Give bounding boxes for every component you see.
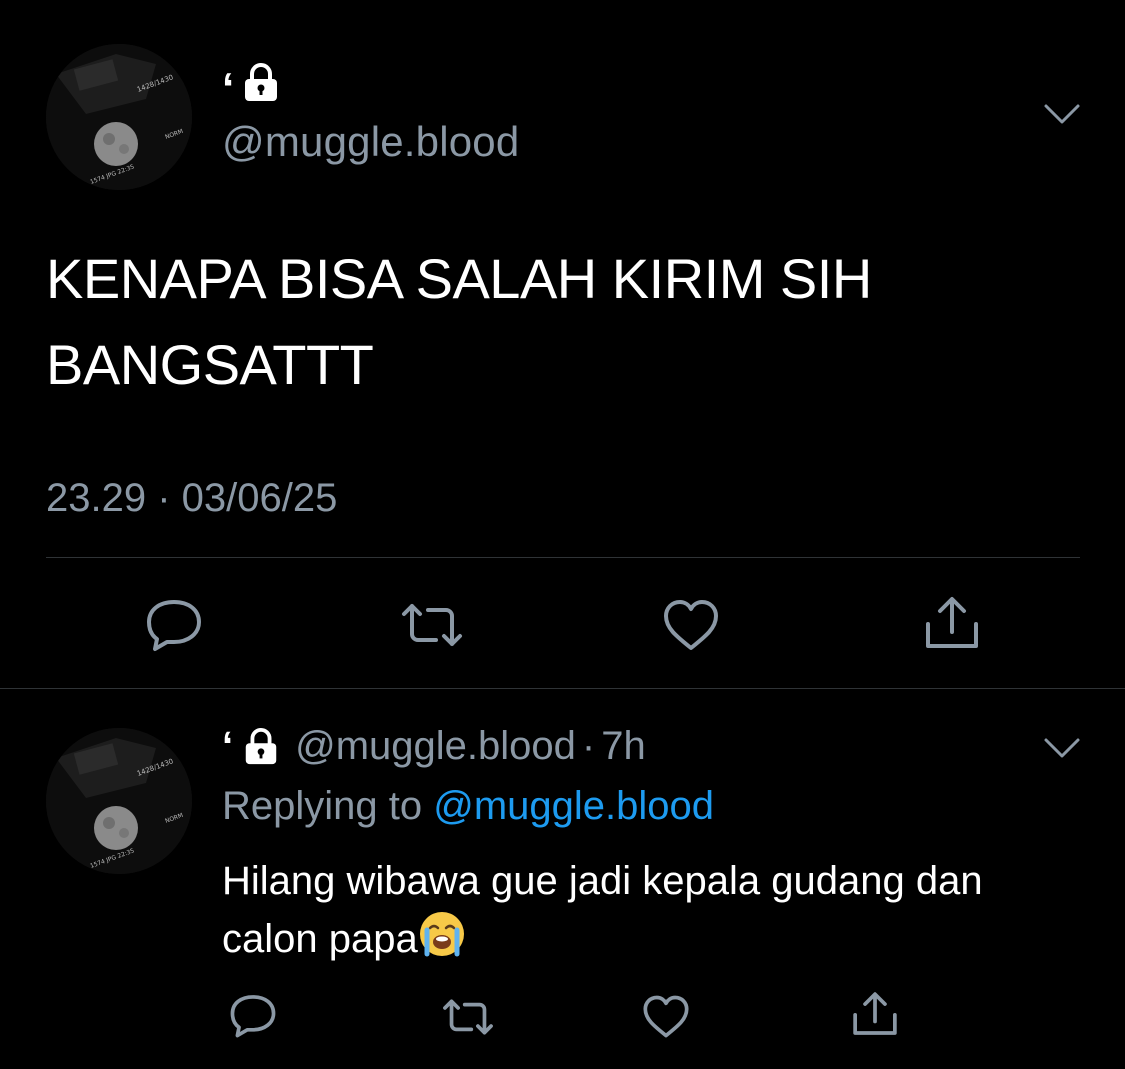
retweet-button[interactable] <box>440 996 496 1038</box>
share-icon <box>926 597 978 648</box>
time-ago: 7h <box>601 724 646 768</box>
retweet-icon <box>402 604 462 646</box>
reply-icon <box>147 600 201 651</box>
loudly-crying-face-emoji <box>418 910 466 958</box>
share-button[interactable] <box>850 990 900 1038</box>
avatar[interactable]: 1428/1430 NORM 1574 JPG 22:35 <box>46 44 192 190</box>
retweet-button[interactable] <box>398 600 466 650</box>
tweet-timestamp[interactable]: 23.29 · 03/06/25 <box>46 476 337 521</box>
avatar[interactable]: 1428/1430 NORM 1574 JPG 22:35 <box>46 728 192 874</box>
user-handle[interactable]: @muggle.blood <box>222 118 519 166</box>
reply-text-content: Hilang wibawa gue jadi kepala gudang dan… <box>222 859 983 961</box>
reply-icon <box>230 995 276 1038</box>
display-name: ‘ <box>222 63 235 113</box>
chevron-down-icon[interactable] <box>1042 734 1082 767</box>
display-name-row[interactable]: ‘ <box>222 62 282 115</box>
reply-header[interactable]: ‘ @muggle.blood · 7h <box>222 724 646 769</box>
reply-tweet-text: Hilang wibawa gue jadi kepala gudang dan… <box>222 852 1082 968</box>
avatar-image: 1428/1430 NORM 1574 JPG 22:35 <box>46 728 192 874</box>
chevron-down-icon[interactable] <box>1042 100 1082 133</box>
divider <box>46 557 1080 558</box>
user-handle: @muggle.blood <box>295 724 576 768</box>
tweet-text: KENAPA BISA SALAH KIRIM SIH BANGSATTT <box>46 247 872 396</box>
like-icon <box>664 600 718 650</box>
retweet-icon <box>443 999 493 1035</box>
lock-icon <box>241 727 281 767</box>
divider <box>0 688 1125 689</box>
like-button[interactable] <box>662 598 720 652</box>
replying-label: Replying to <box>222 784 423 828</box>
share-button[interactable] <box>922 594 982 652</box>
display-name: ‘ <box>222 724 234 768</box>
lock-icon <box>240 62 282 115</box>
share-icon <box>853 992 897 1035</box>
reply-button[interactable] <box>229 992 277 1038</box>
like-button[interactable] <box>642 994 690 1039</box>
avatar-image: 1428/1430 NORM 1574 JPG 22:35 <box>46 44 192 190</box>
mention-link[interactable]: @muggle.blood <box>433 784 714 828</box>
separator: · <box>581 724 596 768</box>
reply-button[interactable] <box>145 596 203 652</box>
like-icon <box>643 995 689 1038</box>
replying-to-line: Replying to @muggle.blood <box>222 784 714 829</box>
